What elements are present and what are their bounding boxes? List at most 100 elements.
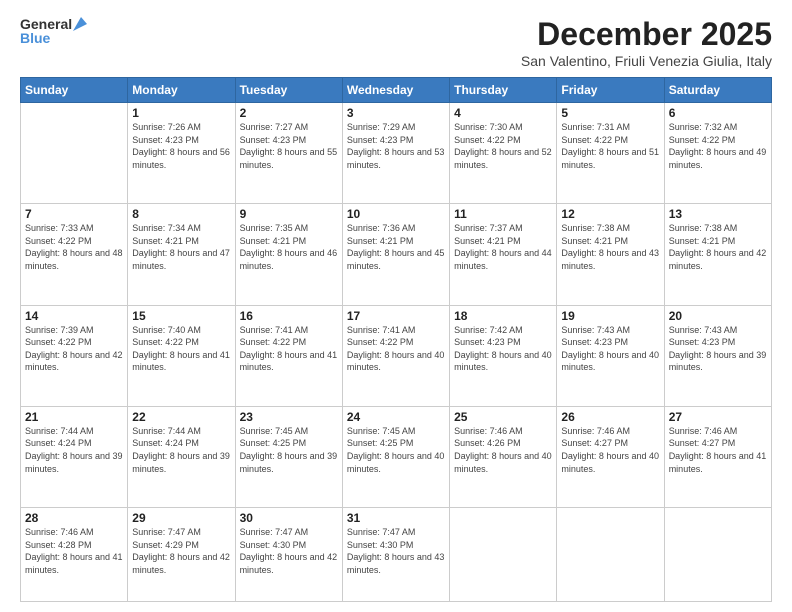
day-number: 24 [347,410,445,424]
location-title: San Valentino, Friuli Venezia Giulia, It… [521,53,772,69]
table-row: 13 Sunrise: 7:38 AMSunset: 4:21 PMDaylig… [664,204,771,305]
day-number: 2 [240,106,338,120]
table-row: 4 Sunrise: 7:30 AMSunset: 4:22 PMDayligh… [450,103,557,204]
table-row: 31 Sunrise: 7:47 AMSunset: 4:30 PMDaylig… [342,508,449,602]
day-info: Sunrise: 7:41 AMSunset: 4:22 PMDaylight:… [347,325,445,373]
day-info: Sunrise: 7:41 AMSunset: 4:22 PMDaylight:… [240,325,338,373]
day-info: Sunrise: 7:29 AMSunset: 4:23 PMDaylight:… [347,122,445,170]
day-info: Sunrise: 7:45 AMSunset: 4:25 PMDaylight:… [347,426,445,474]
day-number: 30 [240,511,338,525]
table-row: 2 Sunrise: 7:27 AMSunset: 4:23 PMDayligh… [235,103,342,204]
table-row: 10 Sunrise: 7:36 AMSunset: 4:21 PMDaylig… [342,204,449,305]
table-row: 9 Sunrise: 7:35 AMSunset: 4:21 PMDayligh… [235,204,342,305]
day-info: Sunrise: 7:43 AMSunset: 4:23 PMDaylight:… [561,325,659,373]
day-number: 13 [669,207,767,221]
day-number: 12 [561,207,659,221]
day-info: Sunrise: 7:46 AMSunset: 4:26 PMDaylight:… [454,426,552,474]
day-number: 23 [240,410,338,424]
day-number: 4 [454,106,552,120]
table-row: 18 Sunrise: 7:42 AMSunset: 4:23 PMDaylig… [450,305,557,406]
table-row: 25 Sunrise: 7:46 AMSunset: 4:26 PMDaylig… [450,406,557,507]
day-info: Sunrise: 7:33 AMSunset: 4:22 PMDaylight:… [25,223,123,271]
table-row: 17 Sunrise: 7:41 AMSunset: 4:22 PMDaylig… [342,305,449,406]
day-number: 26 [561,410,659,424]
day-info: Sunrise: 7:44 AMSunset: 4:24 PMDaylight:… [25,426,123,474]
calendar-week-row: 1 Sunrise: 7:26 AMSunset: 4:23 PMDayligh… [21,103,772,204]
day-info: Sunrise: 7:35 AMSunset: 4:21 PMDaylight:… [240,223,338,271]
col-wednesday: Wednesday [342,78,449,103]
day-number: 22 [132,410,230,424]
day-number: 8 [132,207,230,221]
table-row: 16 Sunrise: 7:41 AMSunset: 4:22 PMDaylig… [235,305,342,406]
table-row: 8 Sunrise: 7:34 AMSunset: 4:21 PMDayligh… [128,204,235,305]
day-number: 15 [132,309,230,323]
day-number: 17 [347,309,445,323]
table-row: 27 Sunrise: 7:46 AMSunset: 4:27 PMDaylig… [664,406,771,507]
table-row: 28 Sunrise: 7:46 AMSunset: 4:28 PMDaylig… [21,508,128,602]
day-info: Sunrise: 7:38 AMSunset: 4:21 PMDaylight:… [561,223,659,271]
day-info: Sunrise: 7:39 AMSunset: 4:22 PMDaylight:… [25,325,123,373]
table-row: 20 Sunrise: 7:43 AMSunset: 4:23 PMDaylig… [664,305,771,406]
table-row: 24 Sunrise: 7:45 AMSunset: 4:25 PMDaylig… [342,406,449,507]
table-row: 11 Sunrise: 7:37 AMSunset: 4:21 PMDaylig… [450,204,557,305]
day-number: 1 [132,106,230,120]
day-info: Sunrise: 7:46 AMSunset: 4:27 PMDaylight:… [561,426,659,474]
day-number: 20 [669,309,767,323]
calendar-table: Sunday Monday Tuesday Wednesday Thursday… [20,77,772,602]
day-info: Sunrise: 7:36 AMSunset: 4:21 PMDaylight:… [347,223,445,271]
table-row [450,508,557,602]
table-row [557,508,664,602]
day-info: Sunrise: 7:46 AMSunset: 4:28 PMDaylight:… [25,527,123,575]
col-thursday: Thursday [450,78,557,103]
calendar-week-row: 14 Sunrise: 7:39 AMSunset: 4:22 PMDaylig… [21,305,772,406]
day-info: Sunrise: 7:38 AMSunset: 4:21 PMDaylight:… [669,223,767,271]
day-info: Sunrise: 7:42 AMSunset: 4:23 PMDaylight:… [454,325,552,373]
day-number: 25 [454,410,552,424]
calendar-week-row: 21 Sunrise: 7:44 AMSunset: 4:24 PMDaylig… [21,406,772,507]
day-number: 21 [25,410,123,424]
day-info: Sunrise: 7:27 AMSunset: 4:23 PMDaylight:… [240,122,338,170]
col-tuesday: Tuesday [235,78,342,103]
table-row: 3 Sunrise: 7:29 AMSunset: 4:23 PMDayligh… [342,103,449,204]
title-area: December 2025 San Valentino, Friuli Vene… [521,16,772,69]
table-row [21,103,128,204]
header: General Blue December 2025 San Valentino… [20,16,772,69]
col-saturday: Saturday [664,78,771,103]
day-number: 31 [347,511,445,525]
col-monday: Monday [128,78,235,103]
col-friday: Friday [557,78,664,103]
table-row: 22 Sunrise: 7:44 AMSunset: 4:24 PMDaylig… [128,406,235,507]
day-number: 3 [347,106,445,120]
logo: General Blue [20,16,91,46]
day-info: Sunrise: 7:40 AMSunset: 4:22 PMDaylight:… [132,325,230,373]
day-info: Sunrise: 7:37 AMSunset: 4:21 PMDaylight:… [454,223,552,271]
table-row: 12 Sunrise: 7:38 AMSunset: 4:21 PMDaylig… [557,204,664,305]
table-row: 29 Sunrise: 7:47 AMSunset: 4:29 PMDaylig… [128,508,235,602]
day-number: 16 [240,309,338,323]
table-row: 14 Sunrise: 7:39 AMSunset: 4:22 PMDaylig… [21,305,128,406]
day-info: Sunrise: 7:34 AMSunset: 4:21 PMDaylight:… [132,223,230,271]
day-number: 5 [561,106,659,120]
day-number: 7 [25,207,123,221]
day-info: Sunrise: 7:45 AMSunset: 4:25 PMDaylight:… [240,426,338,474]
day-number: 18 [454,309,552,323]
day-number: 6 [669,106,767,120]
day-info: Sunrise: 7:43 AMSunset: 4:23 PMDaylight:… [669,325,767,373]
table-row: 1 Sunrise: 7:26 AMSunset: 4:23 PMDayligh… [128,103,235,204]
table-row: 6 Sunrise: 7:32 AMSunset: 4:22 PMDayligh… [664,103,771,204]
table-row: 19 Sunrise: 7:43 AMSunset: 4:23 PMDaylig… [557,305,664,406]
day-info: Sunrise: 7:32 AMSunset: 4:22 PMDaylight:… [669,122,767,170]
day-info: Sunrise: 7:47 AMSunset: 4:30 PMDaylight:… [347,527,445,575]
table-row [664,508,771,602]
table-row: 7 Sunrise: 7:33 AMSunset: 4:22 PMDayligh… [21,204,128,305]
calendar-week-row: 7 Sunrise: 7:33 AMSunset: 4:22 PMDayligh… [21,204,772,305]
calendar-header-row: Sunday Monday Tuesday Wednesday Thursday… [21,78,772,103]
day-info: Sunrise: 7:47 AMSunset: 4:30 PMDaylight:… [240,527,338,575]
day-info: Sunrise: 7:47 AMSunset: 4:29 PMDaylight:… [132,527,230,575]
calendar-week-row: 28 Sunrise: 7:46 AMSunset: 4:28 PMDaylig… [21,508,772,602]
day-info: Sunrise: 7:44 AMSunset: 4:24 PMDaylight:… [132,426,230,474]
day-number: 11 [454,207,552,221]
day-number: 28 [25,511,123,525]
day-number: 27 [669,410,767,424]
table-row: 15 Sunrise: 7:40 AMSunset: 4:22 PMDaylig… [128,305,235,406]
